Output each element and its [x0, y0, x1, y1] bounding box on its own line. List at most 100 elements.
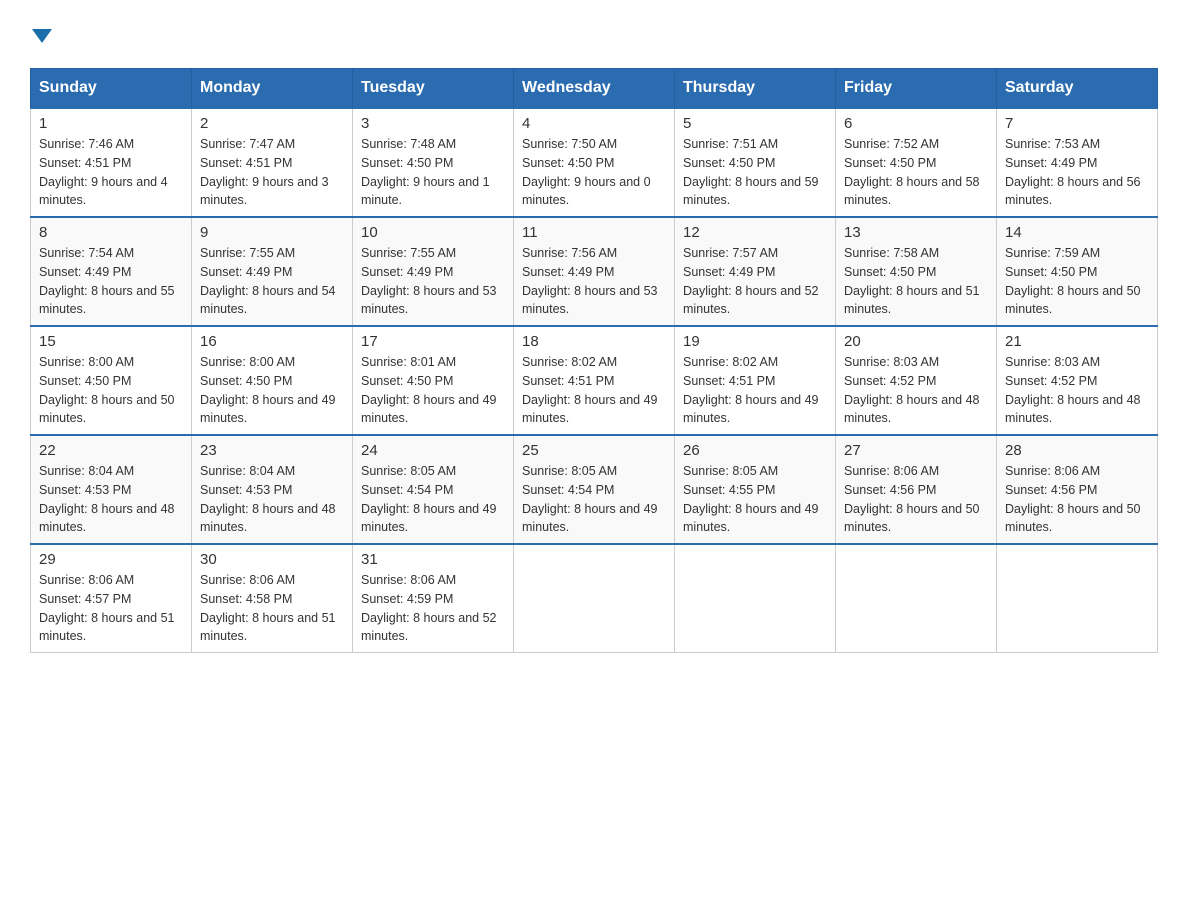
day-info: Sunrise: 7:46 AM Sunset: 4:51 PM Dayligh…	[39, 135, 183, 210]
day-number: 13	[844, 224, 988, 241]
day-number: 11	[522, 224, 666, 241]
calendar-cell: 22 Sunrise: 8:04 AM Sunset: 4:53 PM Dayl…	[31, 435, 192, 544]
calendar-cell: 21 Sunrise: 8:03 AM Sunset: 4:52 PM Dayl…	[997, 326, 1158, 435]
day-number: 10	[361, 224, 505, 241]
calendar-cell: 5 Sunrise: 7:51 AM Sunset: 4:50 PM Dayli…	[675, 108, 836, 217]
day-number: 4	[522, 115, 666, 132]
col-thursday: Thursday	[675, 69, 836, 109]
day-number: 24	[361, 442, 505, 459]
day-number: 19	[683, 333, 827, 350]
day-info: Sunrise: 7:58 AM Sunset: 4:50 PM Dayligh…	[844, 244, 988, 319]
day-info: Sunrise: 8:03 AM Sunset: 4:52 PM Dayligh…	[844, 353, 988, 428]
day-number: 28	[1005, 442, 1149, 459]
day-number: 2	[200, 115, 344, 132]
day-info: Sunrise: 8:06 AM Sunset: 4:56 PM Dayligh…	[1005, 462, 1149, 537]
calendar-header-row: Sunday Monday Tuesday Wednesday Thursday…	[31, 69, 1158, 109]
day-number: 14	[1005, 224, 1149, 241]
day-number: 6	[844, 115, 988, 132]
day-number: 5	[683, 115, 827, 132]
day-info: Sunrise: 7:54 AM Sunset: 4:49 PM Dayligh…	[39, 244, 183, 319]
calendar-cell: 24 Sunrise: 8:05 AM Sunset: 4:54 PM Dayl…	[353, 435, 514, 544]
day-info: Sunrise: 8:05 AM Sunset: 4:54 PM Dayligh…	[361, 462, 505, 537]
day-number: 21	[1005, 333, 1149, 350]
day-number: 18	[522, 333, 666, 350]
calendar-cell: 14 Sunrise: 7:59 AM Sunset: 4:50 PM Dayl…	[997, 217, 1158, 326]
day-info: Sunrise: 7:57 AM Sunset: 4:49 PM Dayligh…	[683, 244, 827, 319]
page-header	[30, 20, 1158, 48]
day-info: Sunrise: 7:56 AM Sunset: 4:49 PM Dayligh…	[522, 244, 666, 319]
day-number: 27	[844, 442, 988, 459]
calendar-cell: 31 Sunrise: 8:06 AM Sunset: 4:59 PM Dayl…	[353, 544, 514, 653]
day-number: 20	[844, 333, 988, 350]
calendar-cell: 18 Sunrise: 8:02 AM Sunset: 4:51 PM Dayl…	[514, 326, 675, 435]
day-number: 17	[361, 333, 505, 350]
day-info: Sunrise: 8:05 AM Sunset: 4:54 PM Dayligh…	[522, 462, 666, 537]
calendar-cell	[997, 544, 1158, 653]
day-info: Sunrise: 8:04 AM Sunset: 4:53 PM Dayligh…	[39, 462, 183, 537]
week-row-1: 1 Sunrise: 7:46 AM Sunset: 4:51 PM Dayli…	[31, 108, 1158, 217]
day-number: 12	[683, 224, 827, 241]
calendar-cell: 13 Sunrise: 7:58 AM Sunset: 4:50 PM Dayl…	[836, 217, 997, 326]
calendar-cell: 12 Sunrise: 7:57 AM Sunset: 4:49 PM Dayl…	[675, 217, 836, 326]
calendar-cell: 29 Sunrise: 8:06 AM Sunset: 4:57 PM Dayl…	[31, 544, 192, 653]
day-info: Sunrise: 7:51 AM Sunset: 4:50 PM Dayligh…	[683, 135, 827, 210]
day-info: Sunrise: 8:02 AM Sunset: 4:51 PM Dayligh…	[522, 353, 666, 428]
day-info: Sunrise: 8:06 AM Sunset: 4:58 PM Dayligh…	[200, 571, 344, 646]
week-row-4: 22 Sunrise: 8:04 AM Sunset: 4:53 PM Dayl…	[31, 435, 1158, 544]
calendar-cell	[675, 544, 836, 653]
calendar-cell: 27 Sunrise: 8:06 AM Sunset: 4:56 PM Dayl…	[836, 435, 997, 544]
week-row-5: 29 Sunrise: 8:06 AM Sunset: 4:57 PM Dayl…	[31, 544, 1158, 653]
week-row-3: 15 Sunrise: 8:00 AM Sunset: 4:50 PM Dayl…	[31, 326, 1158, 435]
col-wednesday: Wednesday	[514, 69, 675, 109]
logo-triangle-icon	[32, 29, 52, 43]
day-number: 31	[361, 551, 505, 568]
calendar-cell: 16 Sunrise: 8:00 AM Sunset: 4:50 PM Dayl…	[192, 326, 353, 435]
calendar-cell: 7 Sunrise: 7:53 AM Sunset: 4:49 PM Dayli…	[997, 108, 1158, 217]
day-number: 9	[200, 224, 344, 241]
week-row-2: 8 Sunrise: 7:54 AM Sunset: 4:49 PM Dayli…	[31, 217, 1158, 326]
day-number: 3	[361, 115, 505, 132]
day-number: 7	[1005, 115, 1149, 132]
calendar-cell: 8 Sunrise: 7:54 AM Sunset: 4:49 PM Dayli…	[31, 217, 192, 326]
calendar-cell: 19 Sunrise: 8:02 AM Sunset: 4:51 PM Dayl…	[675, 326, 836, 435]
day-number: 1	[39, 115, 183, 132]
logo	[30, 20, 52, 48]
day-info: Sunrise: 7:55 AM Sunset: 4:49 PM Dayligh…	[200, 244, 344, 319]
calendar-cell: 10 Sunrise: 7:55 AM Sunset: 4:49 PM Dayl…	[353, 217, 514, 326]
calendar-cell: 2 Sunrise: 7:47 AM Sunset: 4:51 PM Dayli…	[192, 108, 353, 217]
day-info: Sunrise: 8:00 AM Sunset: 4:50 PM Dayligh…	[39, 353, 183, 428]
day-info: Sunrise: 7:53 AM Sunset: 4:49 PM Dayligh…	[1005, 135, 1149, 210]
calendar-cell: 3 Sunrise: 7:48 AM Sunset: 4:50 PM Dayli…	[353, 108, 514, 217]
day-number: 16	[200, 333, 344, 350]
calendar-cell: 1 Sunrise: 7:46 AM Sunset: 4:51 PM Dayli…	[31, 108, 192, 217]
calendar-cell: 4 Sunrise: 7:50 AM Sunset: 4:50 PM Dayli…	[514, 108, 675, 217]
day-info: Sunrise: 7:55 AM Sunset: 4:49 PM Dayligh…	[361, 244, 505, 319]
col-sunday: Sunday	[31, 69, 192, 109]
calendar-cell: 15 Sunrise: 8:00 AM Sunset: 4:50 PM Dayl…	[31, 326, 192, 435]
calendar-cell: 9 Sunrise: 7:55 AM Sunset: 4:49 PM Dayli…	[192, 217, 353, 326]
day-number: 15	[39, 333, 183, 350]
col-monday: Monday	[192, 69, 353, 109]
day-number: 22	[39, 442, 183, 459]
calendar-cell: 11 Sunrise: 7:56 AM Sunset: 4:49 PM Dayl…	[514, 217, 675, 326]
day-info: Sunrise: 8:02 AM Sunset: 4:51 PM Dayligh…	[683, 353, 827, 428]
calendar-cell	[514, 544, 675, 653]
day-info: Sunrise: 7:59 AM Sunset: 4:50 PM Dayligh…	[1005, 244, 1149, 319]
calendar-cell: 26 Sunrise: 8:05 AM Sunset: 4:55 PM Dayl…	[675, 435, 836, 544]
day-info: Sunrise: 8:05 AM Sunset: 4:55 PM Dayligh…	[683, 462, 827, 537]
day-info: Sunrise: 8:06 AM Sunset: 4:56 PM Dayligh…	[844, 462, 988, 537]
calendar-table: Sunday Monday Tuesday Wednesday Thursday…	[30, 68, 1158, 653]
day-info: Sunrise: 8:01 AM Sunset: 4:50 PM Dayligh…	[361, 353, 505, 428]
col-tuesday: Tuesday	[353, 69, 514, 109]
day-number: 29	[39, 551, 183, 568]
calendar-cell	[836, 544, 997, 653]
day-info: Sunrise: 8:06 AM Sunset: 4:59 PM Dayligh…	[361, 571, 505, 646]
col-saturday: Saturday	[997, 69, 1158, 109]
calendar-cell: 6 Sunrise: 7:52 AM Sunset: 4:50 PM Dayli…	[836, 108, 997, 217]
day-info: Sunrise: 8:04 AM Sunset: 4:53 PM Dayligh…	[200, 462, 344, 537]
day-info: Sunrise: 7:48 AM Sunset: 4:50 PM Dayligh…	[361, 135, 505, 210]
col-friday: Friday	[836, 69, 997, 109]
day-info: Sunrise: 8:06 AM Sunset: 4:57 PM Dayligh…	[39, 571, 183, 646]
day-info: Sunrise: 7:50 AM Sunset: 4:50 PM Dayligh…	[522, 135, 666, 210]
day-number: 8	[39, 224, 183, 241]
